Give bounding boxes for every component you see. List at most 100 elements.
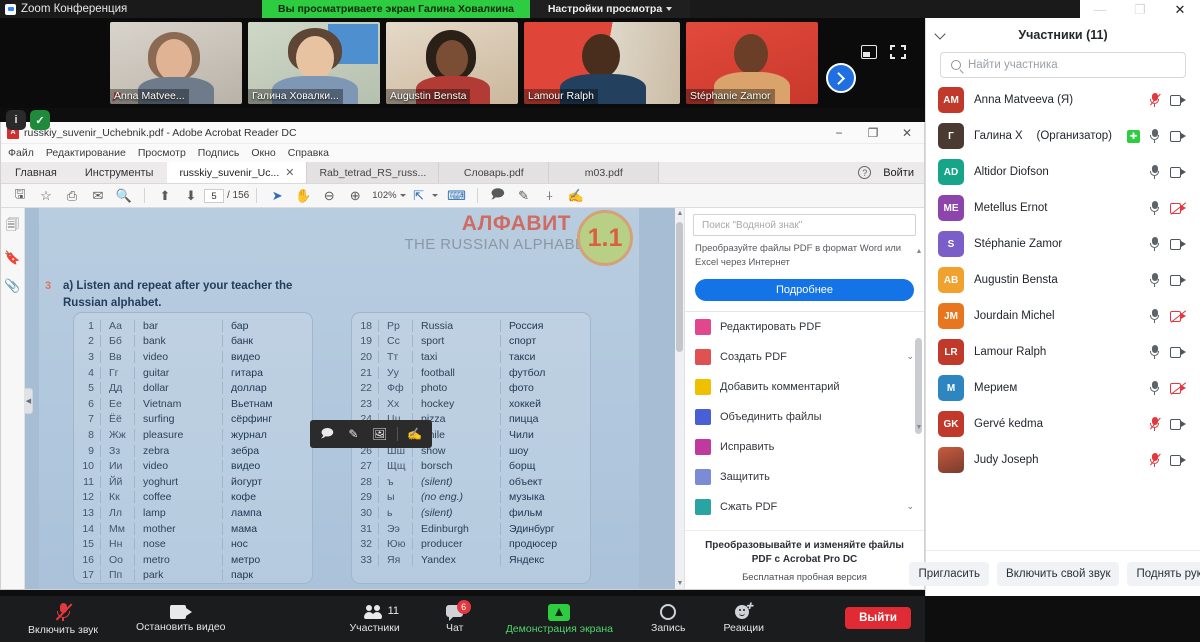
tool-item-protect[interactable]: Защитить	[685, 462, 924, 492]
menu-window[interactable]: Окно	[251, 147, 275, 159]
camera-off-icon[interactable]	[1170, 309, 1187, 323]
page-down-icon[interactable]: ⬇	[178, 185, 204, 207]
doc-tab-slovar[interactable]: Словарь.pdf	[439, 162, 550, 183]
mic-icon[interactable]	[1150, 273, 1159, 287]
pdf-scrollbar[interactable]: ▲ ▼	[675, 208, 684, 589]
video-tile[interactable]: Галина Ховалки...	[248, 22, 380, 104]
menu-sign[interactable]: Подпись	[198, 147, 240, 159]
mic-icon[interactable]	[1150, 237, 1159, 251]
strikethrough-icon[interactable]: ⍭	[537, 185, 563, 207]
chevron-down-icon[interactable]	[936, 29, 946, 39]
acrobat-minimize-button[interactable]: −	[822, 122, 856, 144]
mic-icon[interactable]	[1150, 381, 1159, 395]
stop-video-button[interactable]: Остановить видео	[128, 596, 233, 642]
page-thumbnails-icon[interactable]: 🗐	[6, 216, 19, 238]
camera-icon[interactable]	[1170, 274, 1186, 286]
camera-icon[interactable]	[1170, 418, 1186, 430]
tool-item-fix[interactable]: Исправить	[685, 432, 924, 462]
video-tile[interactable]: Lamour Ralph	[524, 22, 680, 104]
tab-home[interactable]: Главная	[1, 162, 71, 183]
reactions-button[interactable]: ✚ Реакции	[715, 596, 772, 642]
participant-row[interactable]: GK Gervé kedma	[926, 406, 1200, 442]
tool-item-combine-files[interactable]: Объединить файлы	[685, 402, 924, 432]
camera-icon[interactable]	[1170, 454, 1186, 466]
scroll-down-arrow-icon[interactable]: ▼	[677, 580, 684, 587]
minimize-video-icon[interactable]	[861, 45, 877, 59]
zoom-out-icon[interactable]: ⊖	[316, 185, 342, 207]
unmute-self-button[interactable]: Включить свой звук	[997, 561, 1120, 586]
participants-options-chevron[interactable]	[408, 596, 416, 642]
fullscreen-icon[interactable]	[890, 45, 906, 59]
comment-icon[interactable]: 🗩	[485, 185, 511, 207]
maximize-button[interactable]: ❐	[1120, 0, 1160, 18]
tools-scrollbar-thumb[interactable]	[915, 338, 922, 434]
select-tool-icon[interactable]: ➤	[264, 185, 290, 207]
page-number-input[interactable]: 5	[204, 188, 224, 203]
comment-icon[interactable]: 🗩	[316, 424, 338, 444]
tools-footer-link[interactable]: Бесплатная пробная версия	[699, 572, 910, 583]
scroll-down-arrow-icon[interactable]: ▼	[916, 424, 923, 431]
video-tile[interactable]: Stéphanie Zamor	[686, 22, 818, 104]
close-button[interactable]: ✕	[1160, 0, 1200, 18]
help-icon[interactable]: ?	[858, 166, 872, 179]
participants-search-input[interactable]: Найти участника	[940, 52, 1186, 78]
participant-row[interactable]: AM Anna Matveeva (Я)	[926, 82, 1200, 118]
participant-row[interactable]: LR Lamour Ralph	[926, 334, 1200, 370]
learn-more-button[interactable]: Подробнее	[695, 278, 914, 301]
acrobat-restore-button[interactable]: ❐	[856, 122, 890, 144]
participant-row[interactable]: M Мерием	[926, 370, 1200, 406]
participant-row[interactable]: JM Jourdain Michel	[926, 298, 1200, 334]
email-icon[interactable]: ✉	[85, 185, 111, 207]
sign-icon[interactable]: ✍	[404, 424, 426, 444]
encryption-shield-icon[interactable]: ✓	[30, 110, 50, 130]
pdf-scrollbar-thumb[interactable]	[676, 222, 683, 352]
mic-icon[interactable]	[1150, 309, 1159, 323]
participant-row[interactable]: Г Галина Хова... (Организатор) ✚	[926, 118, 1200, 154]
camera-icon[interactable]	[1170, 166, 1186, 178]
video-tile[interactable]: Anna Matvee...	[110, 22, 242, 104]
scroll-up-arrow-icon[interactable]: ▲	[916, 248, 923, 255]
panel-collapse-handle[interactable]: ◀	[25, 388, 33, 414]
leave-meeting-button[interactable]: Выйти	[845, 607, 911, 629]
signin-button[interactable]: Войти	[883, 167, 914, 179]
page-up-icon[interactable]: ⬆	[152, 185, 178, 207]
save-icon[interactable]: 🖫	[7, 185, 33, 207]
scroll-up-arrow-icon[interactable]: ▲	[677, 210, 684, 217]
highlight-icon[interactable]: ✎	[511, 185, 537, 207]
minimize-button[interactable]: —	[1080, 0, 1120, 18]
mic-muted-icon[interactable]	[1149, 417, 1161, 431]
chevron-down-icon[interactable]: ⌄	[906, 501, 914, 512]
next-participants-button[interactable]	[826, 63, 856, 93]
mic-icon[interactable]	[1150, 345, 1159, 359]
invite-button[interactable]: Пригласить	[909, 561, 990, 586]
mic-muted-icon[interactable]	[1149, 93, 1161, 107]
tools-search-input[interactable]: Поиск "Водяной знак"	[693, 214, 916, 236]
video-tile[interactable]: Augustin Bensta	[386, 22, 518, 104]
camera-icon[interactable]	[1170, 94, 1186, 106]
pdf-document-viewport[interactable]: АЛФАВИТ THE RUSSIAN ALPHABET 1.1 3 a) Li…	[25, 208, 684, 589]
mic-icon[interactable]	[1150, 201, 1159, 215]
meeting-info-icon[interactable]: i	[6, 110, 26, 130]
camera-icon[interactable]	[1170, 346, 1186, 358]
doc-tab-close-icon[interactable]: ✕	[285, 166, 294, 179]
hand-tool-icon[interactable]: ✋	[290, 185, 316, 207]
raise-hand-button[interactable]: Поднять руку	[1127, 561, 1200, 586]
participant-row[interactable]: ME Metellus Ernot	[926, 190, 1200, 226]
doc-tab-russkiy-suvenir[interactable]: russkiy_suvenir_Uc... ✕	[167, 162, 308, 183]
zoom-level-selector[interactable]: 102%	[372, 190, 406, 201]
menu-view[interactable]: Просмотр	[138, 147, 186, 159]
menu-file[interactable]: Файл	[8, 147, 34, 159]
tool-item-comment[interactable]: Добавить комментарий	[685, 372, 924, 402]
chevron-down-icon[interactable]: ⌄	[906, 351, 914, 362]
chevron-down-icon[interactable]	[431, 194, 438, 197]
audio-options-chevron[interactable]	[106, 596, 114, 642]
doc-tab-m03[interactable]: m03.pdf	[549, 162, 660, 183]
sign-icon[interactable]: ✍	[563, 185, 589, 207]
participant-row[interactable]: S Stéphanie Zamor	[926, 226, 1200, 262]
tool-item-compress-pdf[interactable]: Сжать PDF ⌄	[685, 492, 924, 522]
share-screen-button[interactable]: Демонстрация экрана	[498, 596, 621, 642]
mic-muted-icon[interactable]	[1149, 453, 1161, 467]
highlight-icon[interactable]: ✎	[342, 424, 364, 444]
unmute-button[interactable]: Включить звук	[20, 596, 106, 642]
participant-row[interactable]: Judy Joseph	[926, 442, 1200, 478]
